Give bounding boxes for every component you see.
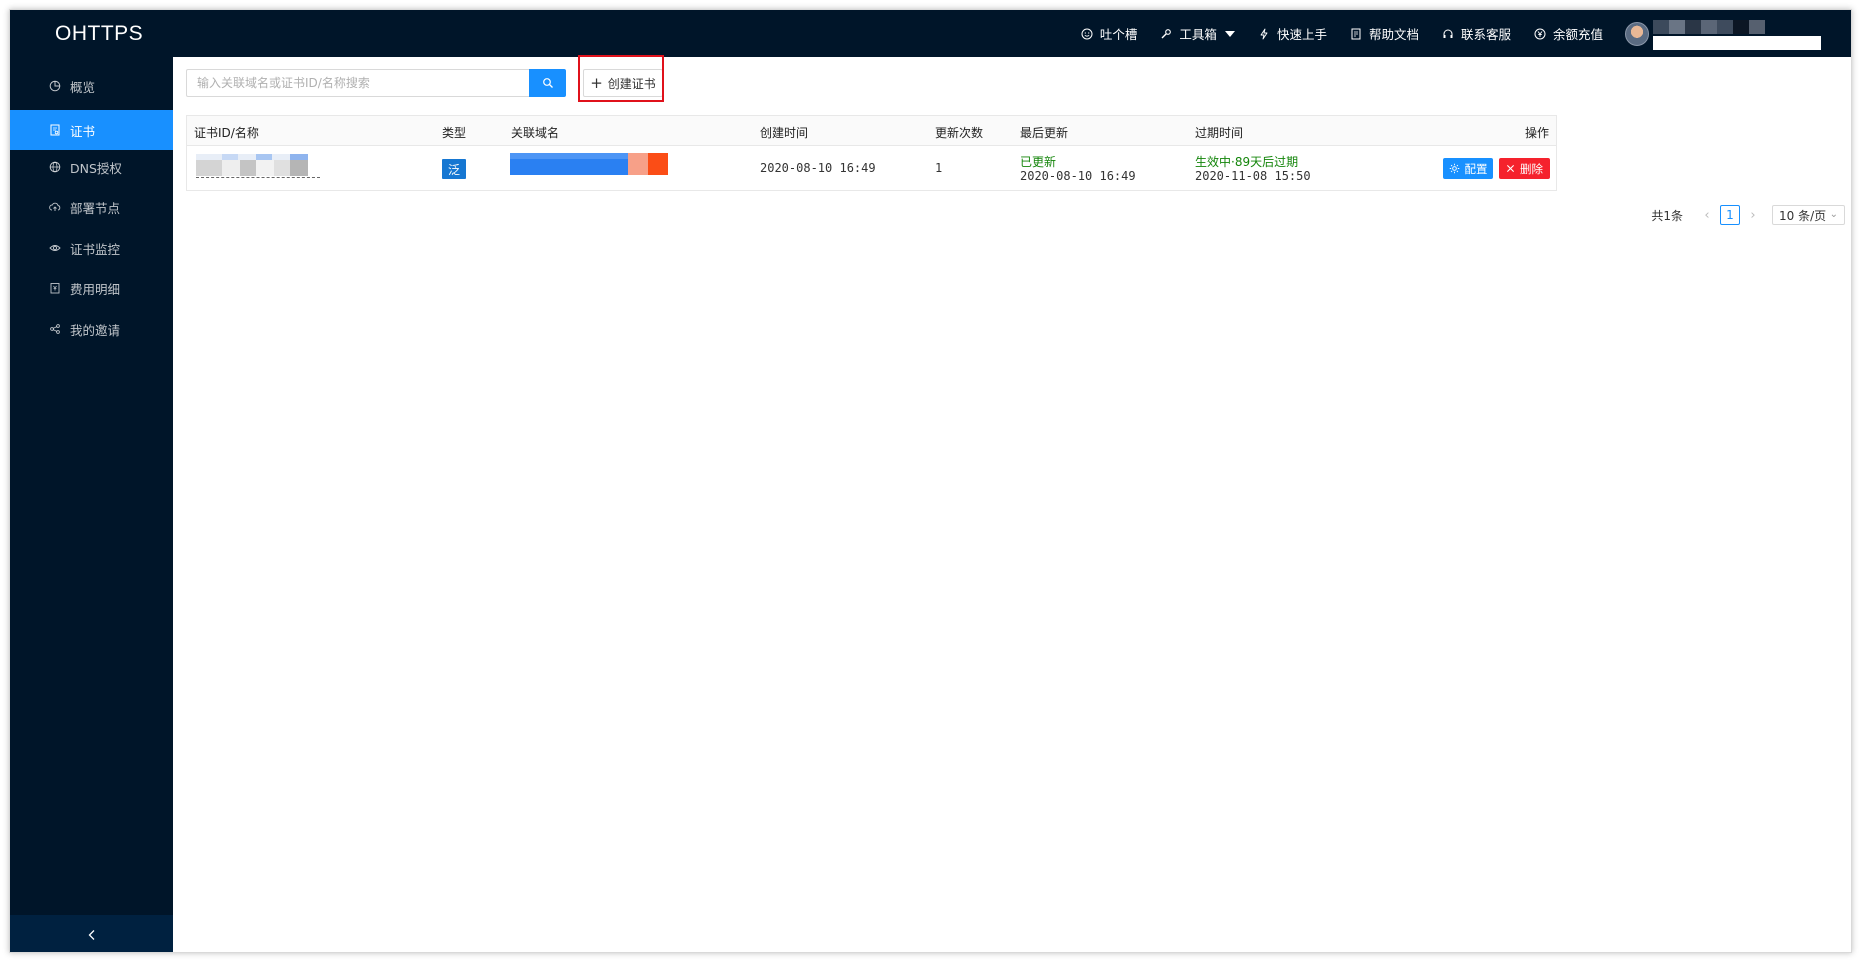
sidebar-item-label: 费用明细	[70, 281, 121, 297]
expire-time: 2020-11-08 15:50	[1195, 169, 1311, 183]
table-header: 证书ID/名称 类型 关联域名 创建时间 更新次数 最后更新 过期时间 操作	[187, 116, 1556, 146]
config-label: 配置	[1464, 161, 1488, 176]
gear-icon	[1449, 163, 1460, 174]
app-window: OHTTPS 吐个槽 工具箱 快速上手 帮助文档 联系客服 余额充值 概览 证书…	[9, 9, 1852, 953]
username-redacted	[1653, 18, 1821, 50]
chevron-down-icon: ⌄	[1829, 209, 1838, 220]
sidebar-item-billing[interactable]: 费用明细	[10, 268, 173, 308]
chevron-right-icon[interactable]: ›	[1746, 208, 1760, 223]
page-size-select[interactable]: 10 条/页 ⌄	[1772, 205, 1845, 225]
renew-count: 1	[935, 161, 943, 175]
create-certificate-button[interactable]: + 创建证书	[583, 69, 663, 97]
col-header-renew-count: 更新次数	[935, 126, 984, 140]
config-button[interactable]: 配置	[1443, 158, 1493, 179]
last-update-time: 2020-08-10 16:49	[1020, 169, 1136, 183]
sidebar-item-label: 部署节点	[70, 200, 121, 216]
last-update-status: 已更新	[1020, 155, 1057, 169]
nav-toolbox-label: 工具箱	[1179, 27, 1217, 42]
sidebar-item-label: 证书	[70, 123, 96, 139]
pagination-total: 共1条	[1651, 208, 1683, 223]
search-input[interactable]	[186, 69, 529, 97]
sidebar-item-label: 证书监控	[70, 241, 121, 257]
sidebar-item-invites[interactable]: 我的邀请	[10, 309, 173, 349]
globe-icon	[48, 160, 62, 174]
col-header-last-update: 最后更新	[1020, 126, 1069, 140]
nav-docs[interactable]: 帮助文档	[1349, 24, 1419, 43]
col-header-created: 创建时间	[760, 126, 809, 140]
nav-docs-label: 帮助文档	[1368, 27, 1419, 42]
search-icon	[542, 78, 553, 88]
search-bar	[186, 69, 566, 97]
sidebar-item-label: DNS授权	[70, 160, 122, 176]
col-header-domain: 关联域名	[511, 126, 560, 140]
sidebar-item-label: 我的邀请	[70, 322, 121, 338]
user-menu[interactable]	[1625, 18, 1821, 50]
search-button[interactable]	[529, 69, 566, 97]
nav-quickstart-label: 快速上手	[1276, 27, 1327, 42]
logo[interactable]: OHTTPS	[55, 22, 143, 46]
certificate-id-redacted[interactable]	[196, 154, 320, 180]
chevron-left-icon[interactable]: ‹	[1700, 208, 1714, 223]
nav-recharge[interactable]: 余额充值	[1533, 24, 1603, 43]
certificate-icon	[48, 123, 62, 137]
nav-support[interactable]: 联系客服	[1441, 24, 1511, 43]
nav-feedback-label: 吐个槽	[1099, 27, 1138, 42]
created-time: 2020-08-10 16:49	[760, 161, 876, 175]
sidebar-item-certificates[interactable]: 证书	[10, 110, 173, 150]
tool-icon	[1159, 27, 1173, 41]
top-header: OHTTPS 吐个槽 工具箱 快速上手 帮助文档 联系客服 余额充值	[10, 10, 1851, 57]
sidebar-item-monitoring[interactable]: 证书监控	[10, 228, 173, 268]
smile-icon	[1080, 27, 1094, 41]
main-content: + 创建证书 证书ID/名称 类型 关联域名 创建时间 更新次数 最后更新 过期…	[176, 55, 1851, 952]
pie-chart-icon	[48, 79, 62, 93]
sidebar-collapse-button[interactable]	[10, 915, 173, 952]
table-row: 泛 2020-08-10 16:49 1 已更新 2020-08-10 16:4…	[187, 146, 1556, 191]
bolt-icon	[1257, 27, 1271, 41]
col-header-actions: 操作	[1524, 126, 1549, 140]
close-icon	[1506, 164, 1515, 173]
sidebar-item-deploy-nodes[interactable]: 部署节点	[10, 187, 173, 227]
eye-icon	[48, 241, 62, 255]
create-certificate-label: 创建证书	[607, 76, 656, 91]
delete-button[interactable]: 删除	[1499, 158, 1550, 179]
headset-icon	[1441, 27, 1455, 41]
page-size-value: 10 条/页	[1779, 208, 1827, 223]
expire-status: 生效中·89天后过期	[1195, 155, 1299, 169]
yen-icon	[1533, 27, 1547, 41]
share-icon	[48, 322, 62, 336]
caret-down-icon	[1224, 30, 1235, 37]
cloud-upload-icon	[48, 200, 62, 214]
nav-recharge-label: 余额充值	[1552, 27, 1603, 42]
sidebar-item-dns[interactable]: DNS授权	[10, 147, 173, 187]
col-header-expire: 过期时间	[1195, 126, 1244, 140]
top-nav: 吐个槽 工具箱 快速上手 帮助文档 联系客服 余额充值	[1080, 10, 1851, 57]
type-badge: 泛	[442, 159, 466, 179]
plus-icon: +	[590, 73, 603, 92]
sidebar-item-label: 概览	[70, 79, 96, 95]
nav-feedback[interactable]: 吐个槽	[1080, 24, 1138, 43]
col-header-id: 证书ID/名称	[194, 126, 259, 140]
delete-label: 删除	[1520, 161, 1543, 176]
avatar[interactable]	[1625, 21, 1649, 46]
doc-icon	[1349, 27, 1363, 41]
pagination: 共1条 ‹ 1 › 10 条/页 ⌄	[1651, 205, 1845, 225]
nav-quickstart[interactable]: 快速上手	[1257, 24, 1327, 43]
chevron-left-icon	[88, 929, 94, 940]
sidebar-item-overview[interactable]: 概览	[10, 66, 173, 106]
nav-toolbox[interactable]: 工具箱	[1159, 24, 1235, 43]
domain-redacted	[510, 153, 668, 175]
certificate-table: 证书ID/名称 类型 关联域名 创建时间 更新次数 最后更新 过期时间 操作 泛…	[186, 115, 1557, 191]
page-number-current[interactable]: 1	[1720, 205, 1740, 225]
nav-support-label: 联系客服	[1460, 27, 1511, 42]
col-header-type: 类型	[442, 126, 467, 140]
sidebar: 概览 证书 DNS授权 部署节点 证书监控 费用明细 我的邀请	[10, 57, 173, 952]
bill-icon	[48, 281, 62, 295]
